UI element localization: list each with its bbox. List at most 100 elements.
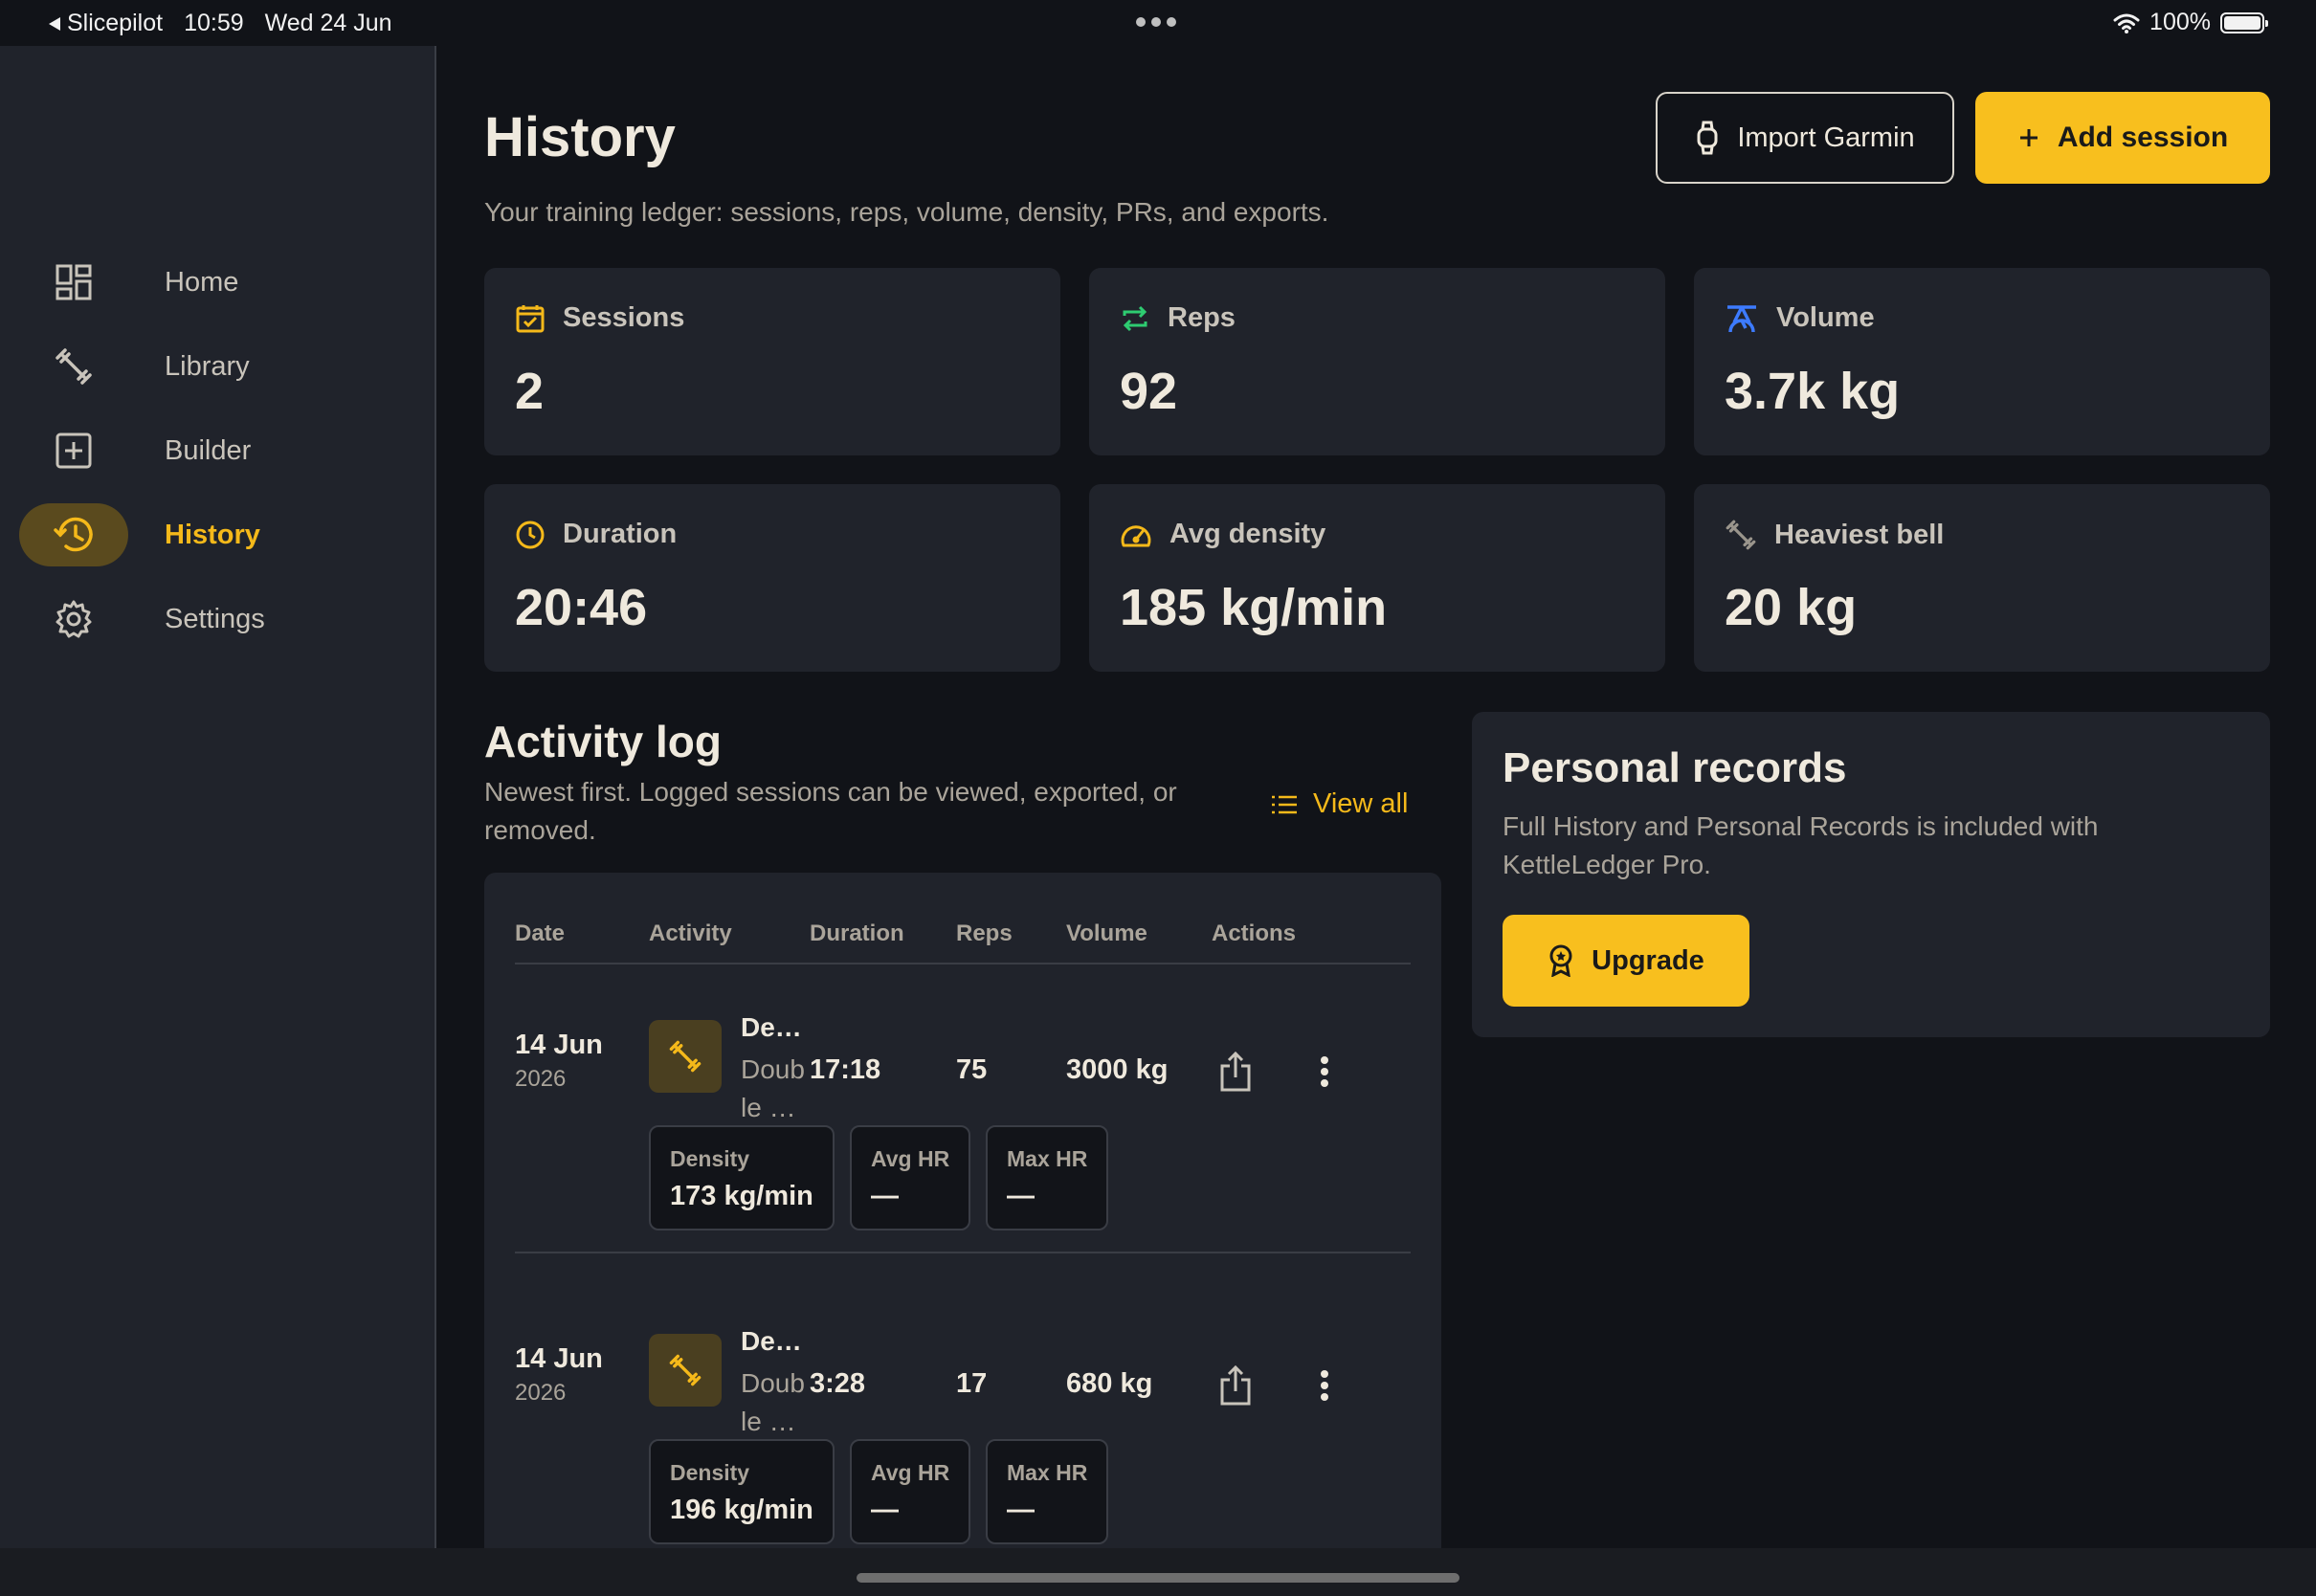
chip-label: Max HR	[1007, 1146, 1088, 1171]
speedometer-icon	[1121, 524, 1151, 546]
stat-label: Sessions	[563, 302, 685, 333]
column-header-activity: Activity	[649, 920, 732, 946]
activity-name: De…	[741, 1326, 802, 1356]
chip-value: —	[871, 1495, 899, 1525]
stat-card-duration: Duration 20:46	[484, 484, 1060, 672]
stat-value: 3.7k kg	[1725, 363, 1901, 420]
stat-header: Volume	[1725, 302, 1875, 334]
page-subtitle: Your training ledger: sessions, reps, vo…	[484, 197, 1329, 227]
row-reps: 17	[956, 1368, 988, 1399]
kettlebell-icon	[669, 1040, 701, 1073]
activity-thumbnail	[649, 1334, 722, 1407]
row-duration: 3:28	[810, 1368, 866, 1399]
stat-label: Volume	[1776, 302, 1875, 333]
chip-label: Max HR	[1007, 1460, 1088, 1485]
sidebar-item-label: Home	[165, 266, 239, 298]
stat-header: Avg density	[1120, 519, 1325, 550]
sidebar-item-history[interactable]: History	[19, 503, 421, 566]
activity-name: De…	[741, 1012, 802, 1042]
stat-card-heaviest-bell: Heaviest bell 20 kg	[1694, 484, 2270, 672]
chip-value: 173 kg/min	[670, 1181, 813, 1211]
sidebar: Home Library Builder History Settings	[0, 46, 436, 1548]
row-year: 2026	[515, 1066, 567, 1092]
chip-label: Avg HR	[871, 1460, 950, 1485]
row-date: 14 Jun	[515, 1030, 603, 1060]
sidebar-item-library[interactable]: Library	[19, 335, 421, 398]
back-app-label: Slicepilot	[67, 10, 164, 36]
stat-card-sessions: Sessions 2	[484, 268, 1060, 455]
upgrade-label: Upgrade	[1592, 944, 1704, 976]
table-row[interactable]: 14 Jun 2026 De… Double … 17:18 75 3000 k…	[484, 964, 1441, 1280]
table-row[interactable]: 14 Jun 2026 De… Double … 3:28 17 680 kg	[484, 1278, 1441, 1548]
view-all-link[interactable]: View all	[1271, 788, 1408, 820]
personal-records-description: Full History and Personal Records is inc…	[1503, 811, 2099, 879]
stat-header: Reps	[1120, 302, 1236, 334]
max-hr-chip: Max HR —	[986, 1125, 1108, 1230]
page-title: History	[484, 106, 676, 168]
battery-icon	[2220, 11, 2268, 33]
sidebar-item-label: Settings	[165, 603, 265, 634]
wifi-icon	[2113, 13, 2140, 33]
clock-icon	[516, 521, 545, 548]
sidebar-item-label: Builder	[165, 434, 252, 466]
stat-value: 20:46	[515, 579, 648, 636]
share-icon[interactable]	[1212, 1045, 1259, 1098]
dashboard-icon	[19, 251, 128, 314]
density-chip: Density 196 kg/min	[649, 1439, 835, 1544]
app-root: Slicepilot 10:59 Wed 24 Jun 100% Home Li…	[0, 0, 2316, 1596]
activity-thumbnail	[649, 1020, 722, 1093]
import-garmin-button[interactable]: Import Garmin	[1656, 92, 1954, 184]
sidebar-item-home[interactable]: Home	[19, 251, 421, 314]
stat-label: Heaviest bell	[1774, 519, 1945, 550]
stat-label: Duration	[563, 519, 678, 549]
status-left: Slicepilot 10:59 Wed 24 Jun	[48, 10, 392, 37]
sidebar-item-builder[interactable]: Builder	[19, 419, 421, 482]
upgrade-button[interactable]: Upgrade	[1503, 915, 1749, 1007]
multitask-dots-icon[interactable]	[1136, 17, 1176, 27]
activity-log-description: Newest first. Logged sessions can be vie…	[484, 777, 1177, 845]
gear-icon	[19, 587, 128, 651]
activity-log-title: Activity log	[484, 717, 722, 766]
share-icon[interactable]	[1212, 1359, 1259, 1412]
add-box-icon	[19, 419, 128, 482]
bottom-bar	[0, 1548, 2316, 1596]
more-vertical-icon[interactable]	[1305, 1045, 1344, 1098]
main-content: History Your training ledger: sessions, …	[438, 46, 2316, 1548]
column-header-actions: Actions	[1212, 920, 1297, 946]
avg-hr-chip: Avg HR —	[850, 1125, 970, 1230]
kettlebell-icon	[669, 1354, 701, 1386]
personal-records-title: Personal records	[1503, 744, 1847, 791]
sidebar-item-label: History	[165, 519, 260, 550]
chip-value: —	[871, 1181, 899, 1211]
row-reps: 75	[956, 1054, 988, 1085]
view-all-label: View all	[1313, 788, 1409, 819]
avg-hr-chip: Avg HR —	[850, 1439, 970, 1544]
stat-label: Reps	[1168, 302, 1236, 333]
sidebar-item-label: Library	[165, 350, 250, 382]
add-session-button[interactable]: Add session	[1975, 92, 2270, 184]
stat-card-avg-density: Avg density 185 kg/min	[1089, 484, 1665, 672]
battery-percent: 100%	[2149, 9, 2211, 35]
status-time: 10:59	[184, 10, 244, 36]
row-year: 2026	[515, 1380, 567, 1406]
column-header-volume: Volume	[1066, 920, 1147, 946]
chip-value: —	[1007, 1181, 1035, 1211]
more-vertical-icon[interactable]	[1305, 1359, 1344, 1412]
column-header-date: Date	[515, 920, 566, 946]
row-volume: 680 kg	[1066, 1368, 1153, 1399]
stat-card-reps: Reps 92	[1089, 268, 1665, 455]
back-to-app[interactable]: Slicepilot	[48, 10, 163, 37]
personal-records-card: Personal records Full History and Person…	[1472, 712, 2270, 1037]
kettlebell-icon	[19, 335, 128, 398]
list-icon	[1272, 795, 1297, 813]
activity-table: Date Activity Duration Reps Volume Actio…	[484, 873, 1441, 1548]
stat-card-volume: Volume 3.7k kg	[1694, 268, 2270, 455]
sidebar-item-settings[interactable]: Settings	[19, 587, 421, 651]
chip-value: 196 kg/min	[670, 1495, 813, 1525]
stat-value: 2	[515, 363, 545, 420]
column-header-reps: Reps	[956, 920, 1013, 946]
award-icon	[1549, 944, 1572, 977]
home-indicator[interactable]	[857, 1573, 1459, 1583]
stat-label: Avg density	[1169, 519, 1326, 549]
activity-subtitle: Double …	[741, 1368, 805, 1436]
